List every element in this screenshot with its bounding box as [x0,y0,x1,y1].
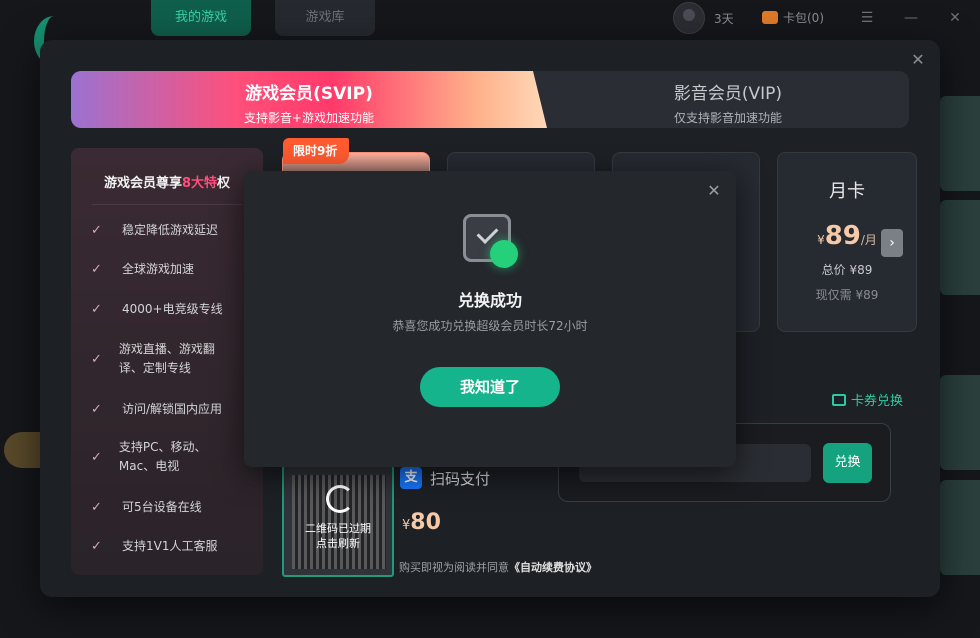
check-icon: ✓ [91,351,102,367]
background-pill [4,432,40,468]
tab-vip[interactable]: 影音会员(VIP) 仅支持影音加速功能 [547,71,909,128]
qr-code[interactable]: 二维码已过期 点击刷新 [282,465,394,577]
background-card [940,96,980,191]
tab-vip-sub: 仅支持影音加速功能 [673,111,782,125]
minimize-icon[interactable]: — [901,8,921,28]
redeem-button[interactable]: 兑换 [823,443,872,483]
modal-close-icon[interactable]: ✕ [908,50,928,70]
perk-item: ✓ 可5台设备在线 [91,500,202,515]
perk-item: ✓ 稳定降低游戏延迟 [91,223,219,238]
check-icon: ✓ [91,500,102,515]
tab-my-games[interactable]: 我的游戏 [151,0,251,36]
wallet-label: 卡包(0) [783,11,824,25]
coupon-redeem-link[interactable]: 卡券兑换 [832,390,903,409]
tab-vip-title: 影音会员(VIP) [673,84,783,104]
check-icon: ✓ [91,402,102,417]
wallet-icon [762,11,778,24]
discount-badge: 限时9折 [283,138,350,164]
alipay-icon: 支 [400,467,422,489]
background-card [940,480,980,575]
divider [92,204,242,205]
agreement-text: 购买即视为阅读并同意《自动续费协议》 [399,561,597,574]
plan-title: 月卡 [829,181,865,202]
perk-item: ✓ 支持1V1人工客服 [91,539,218,554]
check-icon: ✓ [91,223,102,238]
wallet-button[interactable]: 卡包(0) [762,9,824,26]
payment-method: 支 扫码支付 [400,467,490,489]
tab-svip-sub: 支持影音+游戏加速功能 [243,111,375,125]
success-dot-icon [490,240,518,268]
perks-panel: 游戏会员尊享8大特权 ✓ 稳定降低游戏延迟 ✓ 全球游戏加速 ✓ 4000+电竞级专线… [71,148,263,575]
refresh-icon[interactable] [326,485,354,513]
perk-item: ✓ 访问/解锁国内应用 [91,402,223,417]
perks-title: 游戏会员尊享8大特权 [103,176,231,191]
success-dialog: ✕ 兑换成功 恭喜您成功兑换超级会员时长72小时 我知道了 [244,171,736,467]
perk-item: ✓ 4000+电竞级专线 [91,302,223,317]
app-top-bar: 我的游戏 游戏库 3天 卡包(0) ☰ — ✕ [0,0,980,66]
tab-svip-title: 游戏会员(SVIP) [245,84,373,104]
perk-item: ✓ 全球游戏加速 [91,262,195,277]
check-icon: ✓ [91,262,102,277]
coupon-link-label: 卡券兑换 [851,394,904,409]
background-card [940,375,980,470]
background-card [940,200,980,295]
dialog-message: 恭喜您成功兑换超级会员时长72小时 [392,319,588,333]
plan-now-price: 现仅需 ¥89 [815,288,879,302]
payment-method-label: 扫码支付 [430,469,491,488]
member-days: 3天 [714,12,734,26]
perk-item: ✓ 支持PC、移动、Mac、电视 [91,440,207,473]
dialog-close-icon[interactable]: ✕ [704,181,724,201]
avatar[interactable] [673,2,705,34]
tab-svip[interactable]: 游戏会员(SVIP) 支持影音+游戏加速功能 [71,71,547,128]
chevron-right-icon[interactable]: › [881,229,903,257]
perk-item: ✓ 游戏直播、游戏翻译、定制专线 [91,342,215,375]
plan-total: 总价 ¥89 [821,263,873,277]
qr-expired-message[interactable]: 二维码已过期 点击刷新 [284,521,392,551]
membership-tabs: 游戏会员(SVIP) 支持影音+游戏加速功能 影音会员(VIP) 仅支持影音加速… [71,71,909,128]
menu-icon[interactable]: ☰ [857,8,877,28]
tab-game-library[interactable]: 游戏库 [275,0,375,36]
close-window-icon[interactable]: ✕ [945,8,965,28]
dialog-title: 兑换成功 [457,291,522,310]
coupon-icon [832,393,846,406]
pay-price: ¥80 [402,510,441,535]
check-icon: ✓ [91,449,102,465]
check-icon: ✓ [91,302,102,317]
check-icon: ✓ [91,539,102,554]
confirm-button[interactable]: 我知道了 [420,367,560,407]
agreement-link[interactable]: 《自动续费协议》 [509,561,597,574]
